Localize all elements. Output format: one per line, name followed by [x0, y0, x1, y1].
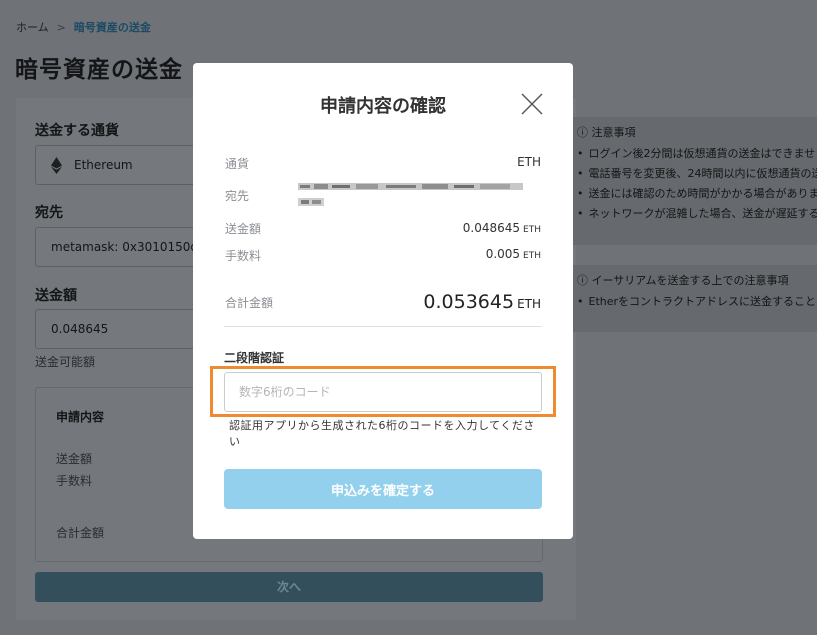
currency-row-value: ETH — [517, 155, 541, 169]
ethereum-notice-panel: ⓘ イーサリアムを送金する上での注意事項 Etherをコントラクトアドレスに送金… — [572, 265, 817, 332]
available-amount-label: 送金可能額 — [35, 355, 96, 369]
total-row-value: 0.053645 ETH — [423, 291, 541, 313]
notice-item: ネットワークが混雑した場合、送金が遅延する — [577, 204, 817, 224]
amount-value: 0.048645 — [51, 322, 109, 336]
ethereum-icon — [51, 157, 62, 174]
total-unit: ETH — [517, 297, 541, 311]
notice-title: 注意事項 — [591, 126, 636, 139]
two-factor-label: 二段階認証 — [224, 351, 285, 365]
notice-item: 電話番号を変更後、24時間以内に仮想通貨の送 — [577, 164, 817, 184]
amount-input[interactable]: 0.048645 — [35, 309, 195, 349]
modal-title: 申請内容の確認 — [320, 96, 446, 117]
info-icon: ⓘ — [577, 126, 588, 139]
currency-row-label: 通貨 — [225, 157, 250, 171]
ethereum-notice-title: イーサリアムを送金する上での注意事項 — [591, 274, 789, 287]
close-icon[interactable] — [521, 93, 543, 115]
fee-number: 0.005 — [485, 247, 521, 261]
destination-label: 宛先 — [35, 205, 63, 221]
amount-label: 送金額 — [35, 288, 77, 304]
currency-value: Ethereum — [74, 158, 133, 172]
notice-panel: ⓘ 注意事項 ログイン後2分間は仮想通貨の送金はできませ 電話番号を変更後、24… — [572, 117, 817, 245]
info-icon: ⓘ — [577, 274, 588, 287]
destination-row-label: 宛先 — [225, 189, 250, 203]
breadcrumb-separator: > — [56, 21, 66, 34]
total-number: 0.053645 — [423, 291, 515, 313]
confirm-application-button[interactable]: 申込みを確定する — [224, 469, 542, 509]
amount-number: 0.048645 — [462, 221, 521, 235]
two-factor-hint: 認証用アプリから生成された6桁のコードを入力してください — [229, 419, 535, 448]
fee-unit: ETH — [523, 251, 541, 261]
two-factor-code-input[interactable] — [224, 372, 542, 412]
amount-row-value: 0.048645 ETH — [463, 221, 541, 235]
summary-total-label: 合計金額 — [56, 526, 105, 540]
amount-row-label: 送金額 — [225, 222, 262, 236]
page-title: 暗号資産の送金 — [15, 57, 183, 83]
fee-row-label: 手数料 — [225, 249, 262, 263]
summary-fee-label: 手数料 — [56, 474, 93, 488]
blurred-address — [298, 183, 523, 206]
next-button[interactable]: 次へ — [35, 572, 543, 602]
total-row-label: 合計金額 — [225, 296, 274, 310]
amount-unit: ETH — [523, 225, 541, 235]
summary-title: 申請内容 — [56, 410, 105, 424]
destination-select[interactable]: metamask: 0x3010150dc — [35, 227, 195, 267]
breadcrumb: ホーム > 暗号資産の送金 — [16, 19, 151, 35]
notice-item: Etherをコントラクトアドレスに送金すること — [577, 292, 817, 312]
currency-select[interactable]: Ethereum — [35, 145, 195, 185]
divider — [224, 326, 542, 327]
currency-label: 送金する通貨 — [35, 123, 119, 139]
breadcrumb-current: 暗号資産の送金 — [73, 21, 151, 34]
summary-amount-label: 送金額 — [56, 452, 93, 466]
notice-item: 送金には確認のため時間がかかる場合がありま — [577, 184, 817, 204]
destination-value: metamask: 0x3010150dc — [51, 240, 195, 254]
breadcrumb-home[interactable]: ホーム — [16, 21, 49, 34]
confirmation-modal: 申請内容の確認 通貨 ETH 宛先 送金額 0.048645 ETH 手数料 0.… — [193, 63, 573, 539]
notice-item: ログイン後2分間は仮想通貨の送金はできませ — [577, 144, 817, 164]
fee-row-value: 0.005 ETH — [486, 247, 541, 261]
